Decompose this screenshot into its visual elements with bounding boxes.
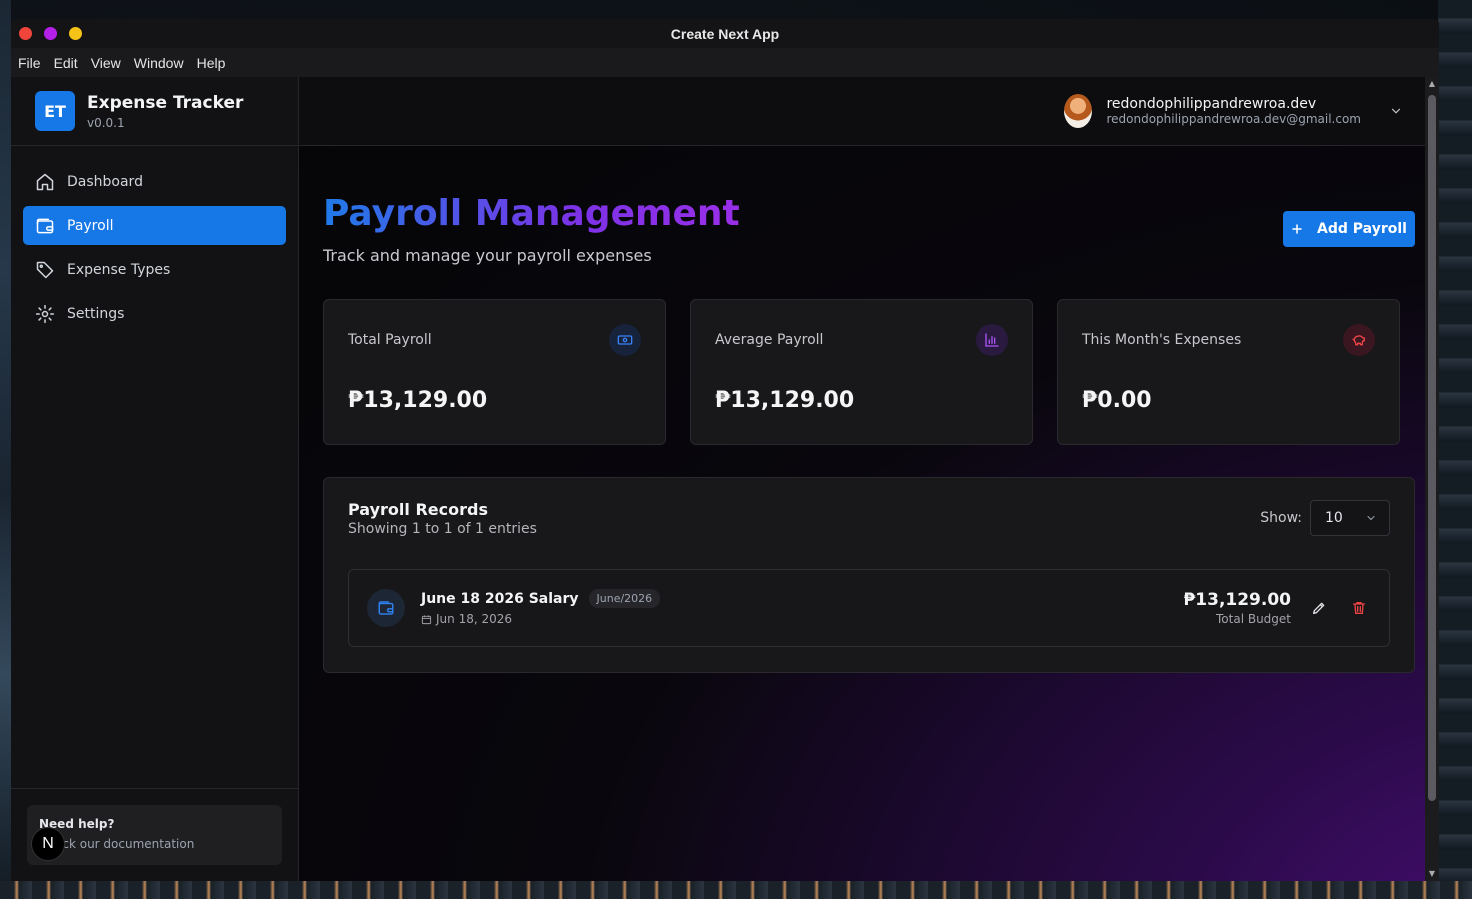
sidebar-item-label: Settings [67,305,125,322]
record-name: June 18 2026 Salary [421,590,579,607]
main-content: redondophilippandrewroa.dev redondophili… [299,77,1439,881]
top-header: redondophilippandrewroa.dev redondophili… [299,77,1439,146]
pencil-icon [1313,602,1325,614]
nextjs-dev-badge[interactable]: N [31,827,65,861]
window-title: Create Next App [670,25,780,42]
sidebar-item-payroll[interactable]: Payroll [23,206,286,245]
sidebar-item-dashboard[interactable]: Dashboard [23,162,286,201]
add-payroll-label: Add Payroll [1317,221,1407,237]
page-size-select[interactable]: 10 [1310,499,1390,536]
user-menu[interactable]: redondophilippandrewroa.dev redondophili… [1064,94,1403,128]
user-name: redondophilippandrewroa.dev [1106,96,1317,112]
stat-card-month-expenses: This Month's Expenses ₱0.00 [1057,298,1400,445]
stat-value: ₱0.00 [1082,387,1152,413]
page-subtitle: Track and manage your payroll expenses [323,245,652,265]
sidebar-item-label: Expense Types [67,261,171,278]
sidebar-item-label: Dashboard [67,173,143,190]
brand: ET Expense Tracker v0.0.1 [11,77,298,146]
record-amount-label: Total Budget [1216,611,1291,626]
menu-view[interactable]: View [91,55,121,71]
delete-button[interactable] [1347,596,1371,620]
gear-icon [35,304,55,323]
records-count: Showing 1 to 1 of 1 entries [348,520,537,537]
help-card[interactable]: Need help? Check our documentation N [27,805,282,865]
stat-card-average-payroll: Average Payroll ₱13,129.00 [690,298,1033,445]
minimize-window-button[interactable] [44,27,57,40]
help-link[interactable]: Check our documentation [39,837,270,851]
piggy-bank-icon [1343,323,1375,356]
desktop-background [1438,0,1472,899]
edit-button[interactable] [1307,596,1331,620]
title-bar: Create Next App [11,19,1439,48]
menu-edit[interactable]: Edit [54,55,78,71]
record-amount: ₱13,129.00 [1183,589,1291,610]
trash-icon [1353,601,1365,614]
menu-window[interactable]: Window [134,55,184,71]
sidebar: ET Expense Tracker v0.0.1 Dashboard Payr… [11,77,299,881]
sidebar-footer: Need help? Check our documentation N [11,788,298,881]
scroll-down-arrow[interactable]: ▼ [1427,870,1437,878]
plus-icon [1292,224,1302,234]
close-window-button[interactable] [19,27,32,40]
stats-row: Total Payroll ₱13,129.00 Average Payroll… [323,298,1415,445]
sidebar-item-expense-types[interactable]: Expense Types [23,250,286,289]
desktop-background [0,881,1472,899]
period-badge: June/2026 [588,589,661,609]
calendar-icon [421,614,432,624]
app-name: Expense Tracker [87,92,244,113]
menu-file[interactable]: File [18,55,41,71]
scroll-up-arrow[interactable]: ▲ [1427,80,1437,88]
menu-bar: File Edit View Window Help [11,48,1439,77]
home-icon [36,173,54,190]
menu-help[interactable]: Help [197,55,226,71]
app-version: v0.0.1 [87,115,125,130]
stat-label: This Month's Expenses [1082,331,1242,348]
wallet-icon [367,588,405,627]
tag-icon [36,261,54,278]
wallet-icon [36,218,54,233]
vertical-scrollbar[interactable]: ▲ ▼ [1425,77,1439,881]
app-window: Create Next App File Edit View Window He… [11,19,1439,881]
help-title: Need help? [39,817,115,831]
app-logo: ET [35,91,75,131]
chevron-down-icon[interactable] [1389,104,1403,118]
stat-label: Total Payroll [348,331,432,348]
stat-value: ₱13,129.00 [715,387,855,413]
bar-chart-icon [976,323,1008,356]
sidebar-nav: Dashboard Payroll Expense Types Settings [11,146,298,349]
desktop-background [0,0,11,899]
scrollbar-thumb[interactable] [1428,95,1436,801]
page-size-value: 10 [1325,509,1343,526]
payroll-records-card: Payroll Records Showing 1 to 1 of 1 entr… [323,476,1415,673]
table-row[interactable]: June 18 2026 Salary June/2026 Jun 18, 20… [348,568,1390,647]
chevron-down-icon [1367,515,1375,520]
avatar [1064,94,1093,128]
stat-label: Average Payroll [715,331,824,348]
maximize-window-button[interactable] [69,27,82,40]
stat-card-total-payroll: Total Payroll ₱13,129.00 [323,298,666,445]
record-date: Jun 18, 2026 [436,612,513,627]
page-title: Payroll Management [323,193,740,234]
sidebar-item-settings[interactable]: Settings [23,294,286,333]
add-payroll-button[interactable]: Add Payroll [1283,211,1415,247]
stat-value: ₱13,129.00 [348,387,488,413]
show-label: Show: [1260,509,1302,526]
records-title: Payroll Records [348,499,488,519]
user-email: redondophilippandrewroa.dev@gmail.com [1106,112,1361,126]
sidebar-item-label: Payroll [67,217,114,234]
banknote-icon [609,323,641,356]
page-size-control: Show: 10 [1260,499,1390,536]
